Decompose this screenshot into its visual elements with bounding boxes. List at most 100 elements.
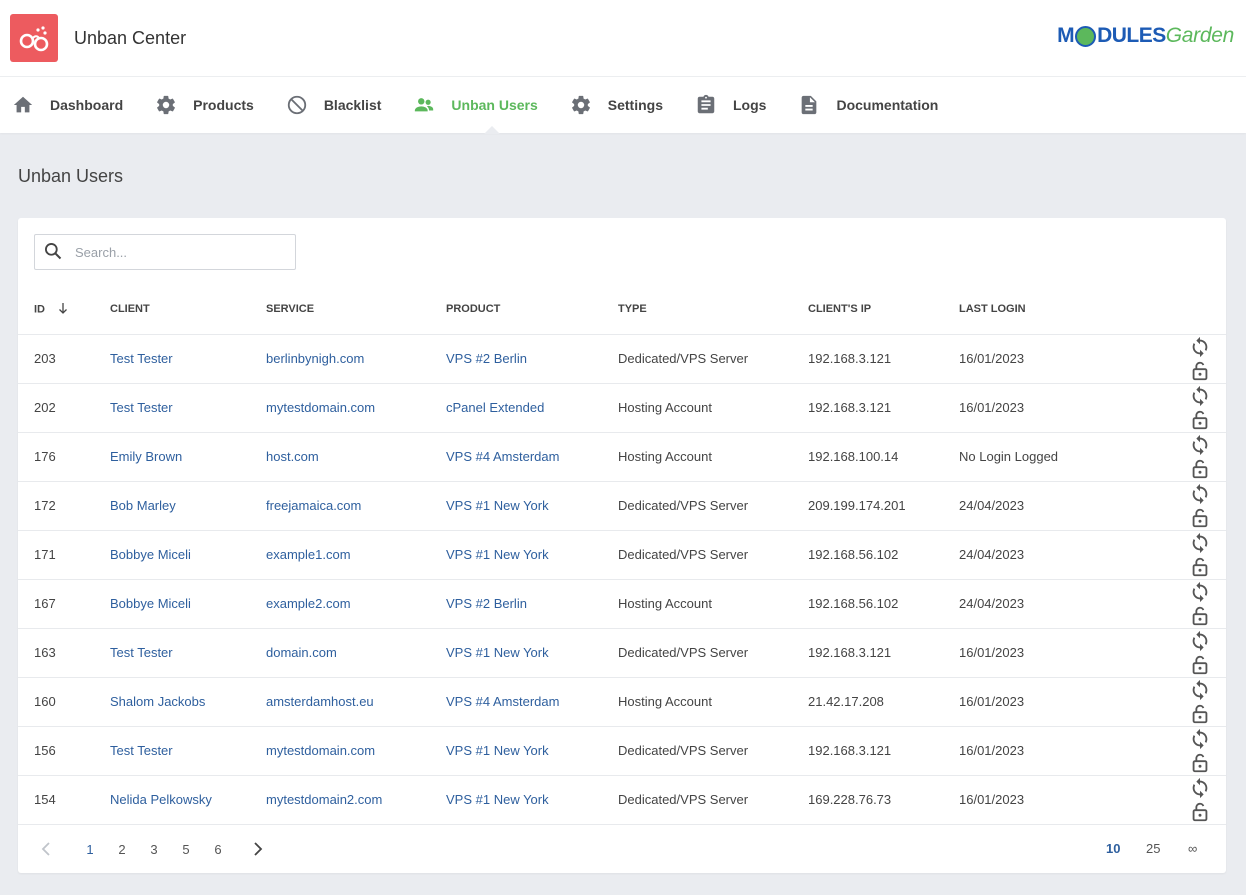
table-row: 167 Bobbye Miceli example2.com VPS #2 Berli… bbox=[18, 579, 1226, 629]
page-link-1[interactable]: 1 bbox=[74, 842, 106, 857]
brand-text-garden: Garden bbox=[1165, 24, 1235, 47]
page-link-3[interactable]: 3 bbox=[138, 842, 170, 857]
cell-product-link[interactable]: VPS #1 New York bbox=[446, 628, 618, 678]
refresh-icon[interactable] bbox=[1188, 727, 1212, 751]
chevron-left-icon[interactable] bbox=[38, 842, 54, 856]
refresh-icon[interactable] bbox=[1188, 433, 1212, 457]
cell-product-link[interactable]: cPanel Extended bbox=[446, 383, 618, 433]
refresh-icon[interactable] bbox=[1188, 678, 1212, 702]
column-header-client[interactable]: CLIENT bbox=[110, 285, 266, 335]
search-input[interactable] bbox=[75, 244, 275, 260]
refresh-icon[interactable] bbox=[1188, 776, 1212, 800]
cell-product-link[interactable]: VPS #1 New York bbox=[446, 775, 618, 825]
unlock-icon[interactable] bbox=[1188, 555, 1212, 579]
column-header-type[interactable]: TYPE bbox=[618, 285, 808, 335]
cell-service-link[interactable]: host.com bbox=[266, 432, 446, 482]
arrow-down-icon[interactable] bbox=[57, 302, 69, 317]
refresh-icon[interactable] bbox=[1188, 335, 1212, 359]
cell-client-link[interactable]: Test Tester bbox=[110, 628, 266, 678]
nav-documentation-label: Documentation bbox=[836, 97, 939, 113]
table-row: 163 Test Tester domain.com VPS #1 New York D… bbox=[18, 628, 1226, 678]
cell-last-login: 16/01/2023 bbox=[959, 628, 1139, 678]
cell-product-link[interactable]: VPS #4 Amsterdam bbox=[446, 432, 618, 482]
handcuffs-icon[interactable] bbox=[10, 14, 58, 62]
cell-service-link[interactable]: freejamaica.com bbox=[266, 481, 446, 531]
search-box[interactable] bbox=[34, 234, 296, 270]
cell-id: 176 bbox=[18, 432, 110, 482]
unlock-icon[interactable] bbox=[1188, 653, 1212, 677]
cell-service-link[interactable]: example2.com bbox=[266, 579, 446, 629]
nav-products[interactable]: Products bbox=[155, 77, 254, 133]
unlock-icon[interactable] bbox=[1188, 506, 1212, 530]
cell-client-link[interactable]: Test Tester bbox=[110, 383, 266, 433]
per-page-all[interactable]: ∞ bbox=[1188, 841, 1197, 856]
cell-actions bbox=[1139, 775, 1226, 825]
unlock-icon[interactable] bbox=[1188, 751, 1212, 775]
nav-unban-users[interactable]: Unban Users bbox=[413, 77, 538, 133]
cell-client-link[interactable]: Nelida Pelkowsky bbox=[110, 775, 266, 825]
cell-service-link[interactable]: amsterdamhost.eu bbox=[266, 677, 446, 727]
column-header-last-login[interactable]: LAST LOGIN bbox=[959, 285, 1139, 335]
cell-product-link[interactable]: VPS #4 Amsterdam bbox=[446, 677, 618, 727]
cell-service-link[interactable]: mytestdomain.com bbox=[266, 383, 446, 433]
cell-type: Hosting Account bbox=[618, 383, 808, 433]
cell-clients-ip: 209.199.174.201 bbox=[808, 481, 959, 531]
nav-logs[interactable]: Logs bbox=[695, 77, 766, 133]
chevron-right-icon[interactable] bbox=[246, 842, 270, 856]
per-page-25[interactable]: 25 bbox=[1146, 841, 1160, 856]
cell-product-link[interactable]: VPS #1 New York bbox=[446, 481, 618, 531]
column-header-product[interactable]: PRODUCT bbox=[446, 285, 618, 335]
app-title: Unban Center bbox=[74, 27, 187, 48]
nav-dashboard[interactable]: Dashboard bbox=[12, 77, 123, 133]
nav-settings[interactable]: Settings bbox=[570, 77, 663, 133]
pagination: 1 2 3 5 6 10 25 ∞ bbox=[18, 825, 1226, 873]
cell-clients-ip: 192.168.56.102 bbox=[808, 579, 959, 629]
nav-blacklist[interactable]: Blacklist bbox=[286, 77, 381, 133]
unlock-icon[interactable] bbox=[1188, 457, 1212, 481]
page-link-5[interactable]: 5 bbox=[170, 842, 202, 857]
cell-service-link[interactable]: example1.com bbox=[266, 530, 446, 580]
cell-client-link[interactable]: Bobbye Miceli bbox=[110, 530, 266, 580]
cell-id: 163 bbox=[18, 628, 110, 678]
column-header-service[interactable]: SERVICE bbox=[266, 285, 446, 335]
column-header-clients-ip[interactable]: CLIENT'S IP bbox=[808, 285, 959, 335]
cell-client-link[interactable]: Bobbye Miceli bbox=[110, 579, 266, 629]
cell-client-link[interactable]: Bob Marley bbox=[110, 481, 266, 531]
cell-client-link[interactable]: Shalom Jackobs bbox=[110, 677, 266, 727]
table-row: 160 Shalom Jackobs amsterdamhost.eu VPS #4 … bbox=[18, 677, 1226, 727]
cell-service-link[interactable]: mytestdomain2.com bbox=[266, 775, 446, 825]
cell-service-link[interactable]: domain.com bbox=[266, 628, 446, 678]
cell-type: Dedicated/VPS Server bbox=[618, 628, 808, 678]
refresh-icon[interactable] bbox=[1188, 482, 1212, 506]
per-page-10[interactable]: 10 bbox=[1106, 841, 1120, 856]
nav-documentation[interactable]: Documentation bbox=[798, 77, 938, 133]
refresh-icon[interactable] bbox=[1188, 580, 1212, 604]
unlock-icon[interactable] bbox=[1188, 604, 1212, 628]
table-row: 172 Bob Marley freejamaica.com VPS #1 New Y… bbox=[18, 481, 1226, 531]
cell-product-link[interactable]: VPS #1 New York bbox=[446, 530, 618, 580]
unlock-icon[interactable] bbox=[1188, 359, 1212, 383]
cell-id: 154 bbox=[18, 775, 110, 825]
unlock-icon[interactable] bbox=[1188, 702, 1212, 726]
cell-product-link[interactable]: VPS #1 New York bbox=[446, 726, 618, 776]
refresh-icon[interactable] bbox=[1188, 531, 1212, 555]
block-icon bbox=[286, 94, 308, 116]
column-header-id[interactable]: ID bbox=[18, 285, 110, 335]
search-icon bbox=[43, 241, 63, 264]
refresh-icon[interactable] bbox=[1188, 384, 1212, 408]
cell-client-link[interactable]: Test Tester bbox=[110, 334, 266, 384]
page-link-2[interactable]: 2 bbox=[106, 842, 138, 857]
unlock-icon[interactable] bbox=[1188, 800, 1212, 824]
modulesgarden-logo[interactable]: M DULES Garden bbox=[1057, 24, 1234, 48]
nav-logs-label: Logs bbox=[733, 97, 767, 113]
cell-service-link[interactable]: mytestdomain.com bbox=[266, 726, 446, 776]
cell-service-link[interactable]: berlinbynigh.com bbox=[266, 334, 446, 384]
unlock-icon[interactable] bbox=[1188, 408, 1212, 432]
cell-product-link[interactable]: VPS #2 Berlin bbox=[446, 579, 618, 629]
cell-client-link[interactable]: Test Tester bbox=[110, 726, 266, 776]
cell-client-link[interactable]: Emily Brown bbox=[110, 432, 266, 482]
document-icon bbox=[798, 94, 820, 116]
cell-product-link[interactable]: VPS #2 Berlin bbox=[446, 334, 618, 384]
page-link-6[interactable]: 6 bbox=[202, 842, 234, 857]
refresh-icon[interactable] bbox=[1188, 629, 1212, 653]
